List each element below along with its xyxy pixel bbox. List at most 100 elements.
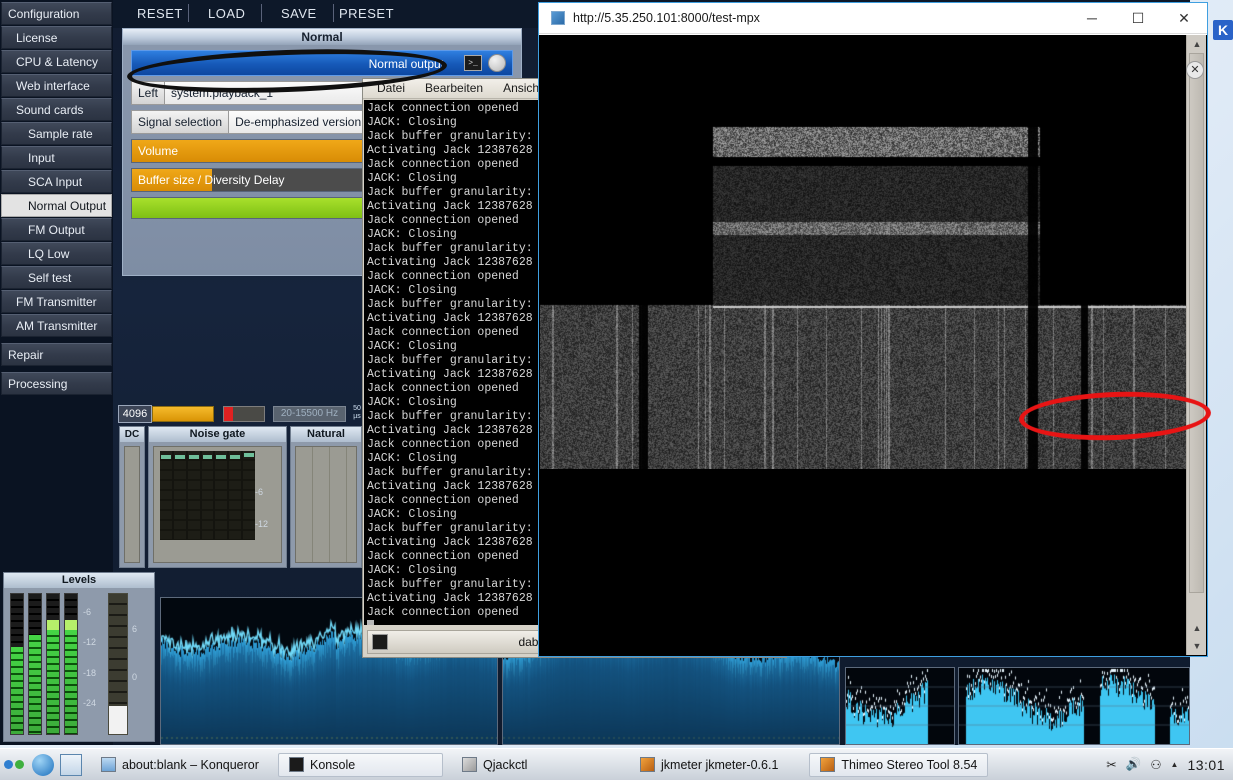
terminal-icon[interactable]: >_ [464,55,482,71]
globe-icon[interactable] [32,753,54,776]
level-meter-1 [10,593,24,735]
sidebar-item-input[interactable]: Input [1,146,112,169]
system-tray: ✂ 🔊 ⚇ ▲ 13:01 [1106,757,1233,773]
scrollbar-thumb[interactable] [1189,53,1204,593]
buffer-bar[interactable] [152,406,214,422]
gain-reduction-meter [108,593,128,735]
noise-gate-band [160,451,172,540]
browser-titlebar[interactable]: http://5.35.250.101:8000/test-mpx ─ ☐ ✕ [539,3,1207,34]
preset-button[interactable]: PRESET [339,6,394,21]
save-button[interactable]: SAVE [281,6,317,21]
normal-output-button[interactable]: Normal output >_ [131,50,513,76]
network-icon[interactable]: ⚇ [1150,757,1161,772]
sidebar-item-web-interface[interactable]: Web interface [1,74,112,97]
scissors-icon[interactable]: ✂ [1106,757,1116,772]
taskbar-task-label: Konsole [310,757,356,772]
sidebar-item-label: SCA Input [28,175,83,189]
toolbar-divider-3 [333,4,334,22]
browser-scrollbar[interactable]: ▲ ▲ ▼ [1186,35,1206,655]
level-meter-3 [46,593,60,735]
buffer-status-strip: 4096 20-15500 Hz 50 µs [118,405,363,423]
maximize-button[interactable]: ☐ [1115,3,1161,34]
dc-title: DC [120,427,144,442]
taskbar-task[interactable]: Qjackctl [451,753,581,777]
taskbar-task[interactable]: Thimeo Stereo Tool 8.54 [809,752,989,777]
buffer-size-slider[interactable]: Buffer size / Diversity Delay [131,168,513,192]
sidebar-item-fm-transmitter[interactable]: FM Transmitter [1,290,112,313]
sidebar-item-sample-rate[interactable]: Sample rate [1,122,112,145]
sidebar-item-self-test[interactable]: Self test [1,266,112,289]
levels-meters[interactable]: -6 -12 -18 -24 6 0 [10,593,148,735]
sidebar-item-label: Sample rate [28,127,93,141]
volume-icon[interactable]: 🔊 [1126,757,1142,772]
level-meter-4 [64,593,78,735]
menu-ansicht[interactable]: Ansicht [503,81,542,95]
tray-expand-icon[interactable]: ▲ [1171,760,1179,769]
buffer-samples-value[interactable]: 4096 [118,405,152,423]
clip-indicator[interactable] [223,406,265,422]
natural-group: Natural [290,426,362,568]
browser-content [539,35,1207,656]
folder-icon [101,757,116,772]
levels-scale-r0: 6 [132,624,138,634]
spectrum-panel-1[interactable] [845,667,955,745]
noise-gate-band [187,451,200,540]
taskbar-task-label: Thimeo Stereo Tool 8.54 [841,757,978,772]
browser-window: http://5.35.250.101:8000/test-mpx ─ ☐ ✕ … [538,2,1208,657]
menu-bearbeiten[interactable]: Bearbeiten [425,81,483,95]
sidebar-item-label: Sound cards [16,103,84,117]
noise-gate-band [243,451,256,540]
normal-output-row: Normal output >_ [131,50,513,76]
sidebar-item-configuration[interactable]: Configuration [1,2,112,25]
scroll-down-icon[interactable]: ▼ [1187,637,1207,655]
taskbar-task[interactable]: about:blank – Konqueror [90,753,270,777]
sidebar-item-label: AM Transmitter [16,319,98,333]
minimize-button[interactable]: ─ [1069,3,1115,34]
sidebar-item-am-transmitter[interactable]: AM Transmitter [1,314,112,337]
pager-icon[interactable] [4,754,26,776]
terminal-icon [289,757,304,772]
filemanager-icon[interactable] [60,753,82,776]
levels-scale-2: -18 [83,668,97,678]
dc-body[interactable] [124,446,140,563]
toolbar-divider-2 [261,4,262,22]
natural-body[interactable] [295,446,357,563]
menu-datei[interactable]: Datei [377,81,405,95]
close-button[interactable]: ✕ [1161,3,1207,34]
noise-gate-band [173,451,186,540]
taskbar-task-label: jkmeter jkmeter-0.6.1 [661,757,779,772]
dc-group: DC [119,426,145,568]
sidebar-item-repair[interactable]: Repair [1,343,112,366]
scroll-down-arrow-icon[interactable]: ▲ [1187,619,1207,637]
window-close-icon[interactable]: ✕ [1186,61,1204,79]
volume-slider[interactable]: Volume [131,139,513,163]
scroll-up-icon[interactable]: ▲ [1187,35,1207,53]
spectrum-panel-2[interactable] [958,667,1190,745]
sidebar-item-lq-low-latency[interactable]: LQ Low Latency [1,242,112,283]
sidebar-item-label: Processing [8,377,68,391]
noise-gate-bars[interactable] [160,451,256,540]
spectrogram[interactable] [540,35,1187,524]
reset-button[interactable]: RESET [137,6,183,21]
sidebar-item-sound-cards[interactable]: Sound cards [1,98,112,121]
terminal-tab-icon [372,634,388,650]
sidebar-item-fm-output[interactable]: FM Output [1,218,112,241]
sidebar-item-license[interactable]: License [1,26,112,49]
noise-gate-band [229,451,242,540]
natural-title: Natural [291,427,361,442]
noise-gate-scale: -6 -12 [255,451,275,540]
sidebar-item-normal-output[interactable]: Normal Output [1,194,112,217]
sidebar-item-cpu-latency[interactable]: CPU & Latency [1,50,112,73]
clock[interactable]: 13:01 [1187,757,1225,773]
knob-icon[interactable] [488,54,506,72]
sidebar-item-label: Web interface [16,79,90,93]
noise-gate-band [201,451,214,540]
sidebar-item-processing[interactable]: Processing [1,372,112,395]
taskbar-task[interactable]: Konsole [278,752,443,777]
taskbar-task[interactable]: jkmeter jkmeter-0.6.1 [629,753,789,777]
load-button[interactable]: LOAD [208,6,245,21]
sidebar-item-label: CPU & Latency [16,55,99,69]
levels-title: Levels [4,573,154,588]
sidebar-item-sca-input[interactable]: SCA Input [1,170,112,193]
signal-selection-label: Signal selection [131,110,230,134]
